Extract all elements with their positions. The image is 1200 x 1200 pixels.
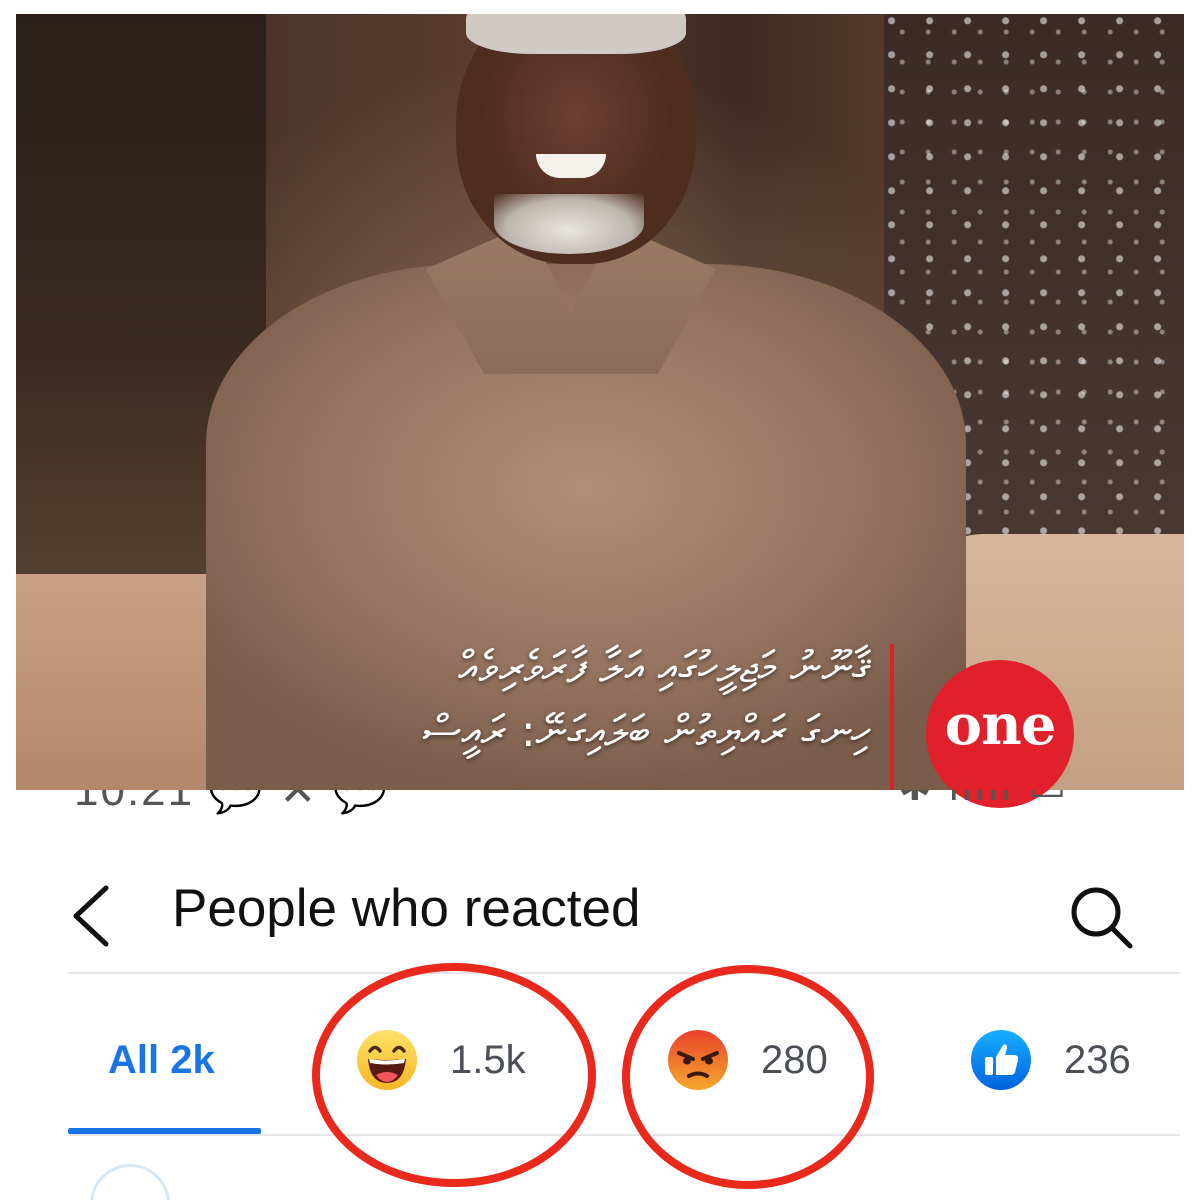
annotation-circle-angry [622, 965, 874, 1189]
tab-all[interactable]: All 2k [108, 1010, 215, 1110]
tab-like-count: 236 [1064, 1037, 1131, 1082]
one-logo: one [926, 660, 1074, 808]
photo-caption: ޤާނޫނު މަޖިލީހުގައި އަލާ ފާރަވެރިވެއް ހި… [310, 636, 870, 764]
caption-line-1: ޤާނޫނު މަޖިލީހުގައި އަލާ ފާރަވެރިވެއް [458, 642, 870, 693]
status-time: 10:21 💬 ✕ 💬 [74, 790, 389, 816]
header-divider [68, 972, 1180, 974]
status-bar: 10:21 💬 ✕ 💬 ✱ ıılll ▭ [0, 790, 1200, 830]
search-icon [1071, 887, 1133, 949]
tab-all-label: All 2k [108, 1037, 215, 1082]
photo-person-hair [466, 14, 686, 54]
back-button[interactable] [68, 884, 118, 948]
caption-line-2: ހިނގަ ރައްޔިތުން ބަލައިގަނޭ: ރައީސް [422, 706, 870, 757]
tabs-divider [68, 1134, 1180, 1136]
annotation-circle-haha [312, 963, 596, 1187]
reactions-header: People who reacted [0, 860, 1200, 970]
chevron-left-icon [73, 885, 109, 947]
page-title: People who reacted [172, 879, 641, 938]
photo-person-beard [494, 194, 644, 254]
status-icons-left: 💬 ✕ 💬 [208, 790, 390, 815]
reaction-tabs: All 2k 1.5k 280 236 [0, 1010, 1200, 1120]
like-icon [970, 1029, 1032, 1091]
tab-like[interactable]: 236 [970, 1010, 1131, 1110]
caption-divider [890, 644, 894, 790]
logo-text: one [944, 692, 1057, 758]
search-button[interactable] [1066, 882, 1136, 952]
status-icons-right: ✱ ıılll ▭ [898, 790, 1068, 810]
avatar[interactable] [90, 1164, 170, 1200]
